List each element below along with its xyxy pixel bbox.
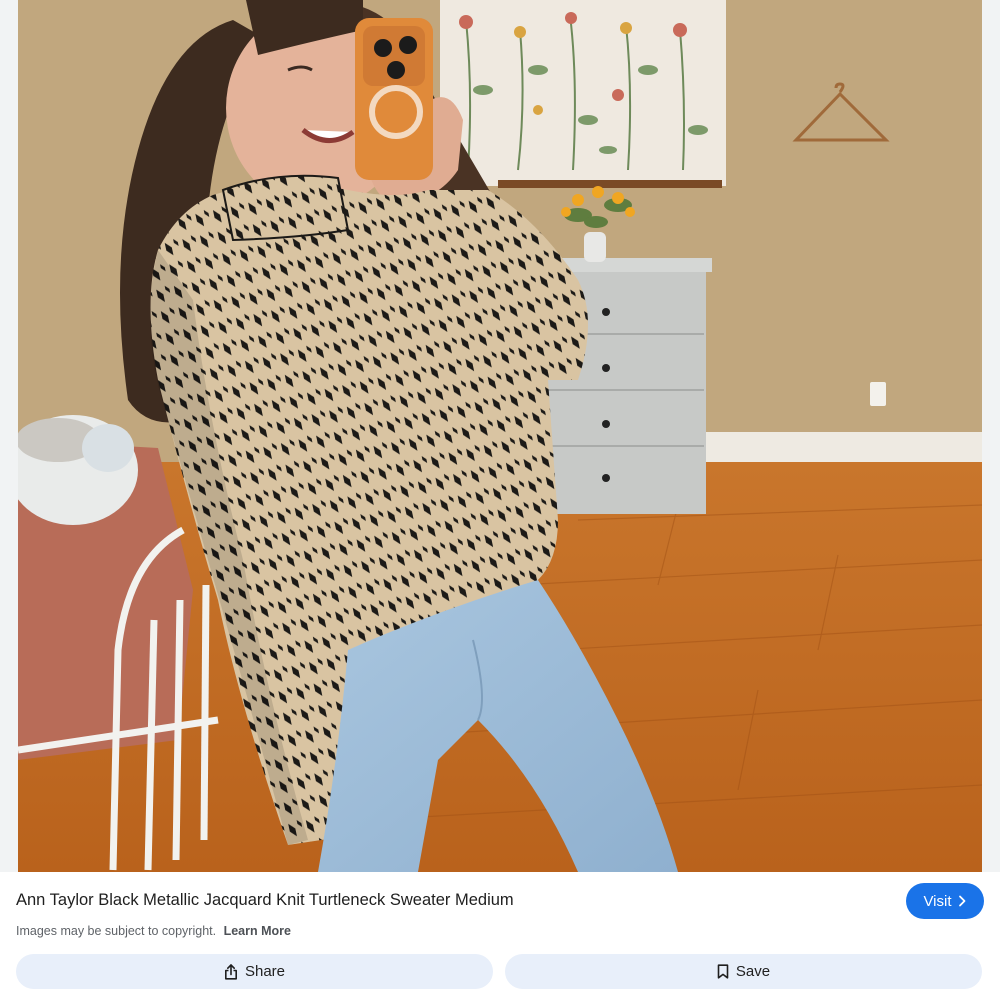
visit-label: Visit xyxy=(923,892,952,910)
copyright-text: Images may be subject to copyright. xyxy=(16,924,217,938)
result-title[interactable]: Ann Taylor Black Metallic Jacquard Knit … xyxy=(16,888,876,912)
result-photo[interactable] xyxy=(18,0,982,872)
photo-illustration xyxy=(18,0,982,872)
bookmark-icon xyxy=(717,964,729,979)
share-button[interactable]: Share xyxy=(16,954,493,989)
save-button[interactable]: Save xyxy=(505,954,982,989)
save-label: Save xyxy=(735,963,771,980)
image-result-page: Ann Taylor Black Metallic Jacquard Knit … xyxy=(0,0,1000,1000)
copyright-notice: Images may be subject to copyright. Lear… xyxy=(16,922,291,940)
visit-button[interactable]: Visit xyxy=(906,883,984,919)
learn-more-link[interactable]: Learn More xyxy=(224,924,291,938)
chevron-right-icon xyxy=(958,895,965,907)
share-label: Share xyxy=(244,963,286,980)
image-viewer[interactable] xyxy=(0,0,1000,872)
share-icon xyxy=(224,963,237,980)
